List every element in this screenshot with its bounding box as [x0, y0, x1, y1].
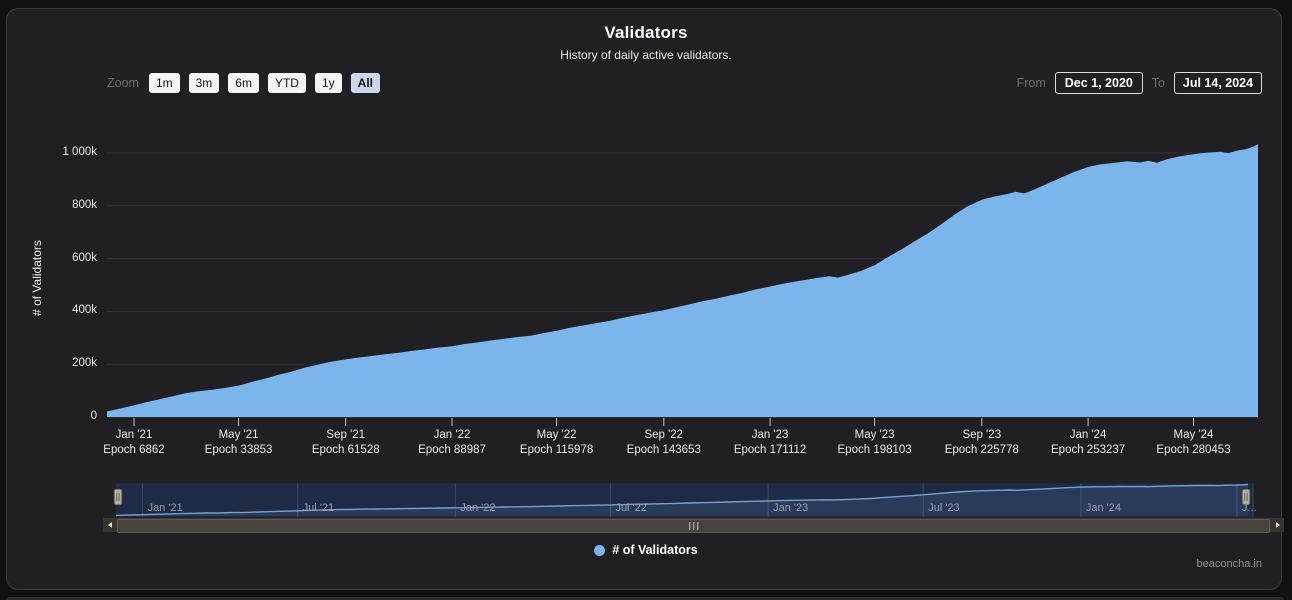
zoom-button-1m[interactable]: 1m: [149, 73, 180, 93]
to-date-input[interactable]: [1174, 72, 1262, 94]
navigator-tick-label: Jan '24: [1086, 502, 1121, 514]
y-axis-tick-label: 800k: [30, 199, 97, 211]
scrollbar-grip-icon: [689, 522, 699, 530]
from-date-input[interactable]: [1055, 72, 1143, 94]
chart-subtitle: History of daily active validators.: [0, 48, 1292, 62]
y-axis-tick-label: 200k: [30, 357, 97, 369]
navigator-tick-label: Jan '23: [773, 502, 808, 514]
navigator-tick-label: Jan '21: [148, 502, 183, 514]
zoom-button-3m[interactable]: 3m: [189, 73, 220, 93]
validators-area-series: [107, 144, 1258, 417]
to-label: To: [1152, 76, 1165, 90]
navigator-tick-label: J...: [1242, 502, 1257, 514]
page-title: Validators: [0, 23, 1292, 43]
scrollbar-left-arrow-icon[interactable]: [103, 518, 116, 532]
date-range-controls: From To: [1017, 72, 1262, 94]
navigator-scrollbar[interactable]: [103, 518, 1284, 532]
navigator-tick-label: Jul '21: [303, 502, 334, 514]
x-axis-tick-label: May '24Epoch 280453: [1124, 428, 1264, 457]
y-axis-tick-label: 1 000k: [30, 146, 97, 158]
navigator-handle-left[interactable]: [114, 489, 122, 505]
legend-marker-icon: [594, 545, 605, 556]
credit-link[interactable]: beaconcha.in: [1197, 558, 1262, 570]
legend-item-validators[interactable]: # of Validators: [0, 543, 1292, 557]
navigator-tick-label: Jan '22: [460, 502, 495, 514]
scrollbar-right-arrow-icon[interactable]: [1271, 518, 1284, 532]
y-axis-tick-label: 600k: [30, 252, 97, 264]
y-axis-title: # of Validators: [30, 198, 46, 358]
zoom-button-6m[interactable]: 6m: [228, 73, 259, 93]
navigator-tick-label: Jul '23: [928, 502, 959, 514]
zoom-label: Zoom: [107, 76, 139, 90]
validators-chart: Validators History of daily active valid…: [0, 0, 1292, 600]
from-label: From: [1017, 76, 1046, 90]
scrollbar-thumb[interactable]: [117, 519, 1270, 533]
y-axis-tick-label: 400k: [30, 304, 97, 316]
navigator-tick-label: Jul '22: [615, 502, 646, 514]
zoom-button-ytd[interactable]: YTD: [268, 73, 306, 93]
zoom-button-1y[interactable]: 1y: [315, 73, 342, 93]
zoom-button-all[interactable]: All: [351, 73, 380, 93]
y-axis-tick-label: 0: [30, 410, 97, 422]
legend-label: # of Validators: [612, 543, 697, 557]
zoom-controls: Zoom 1m 3m 6m YTD 1y All: [107, 73, 380, 93]
